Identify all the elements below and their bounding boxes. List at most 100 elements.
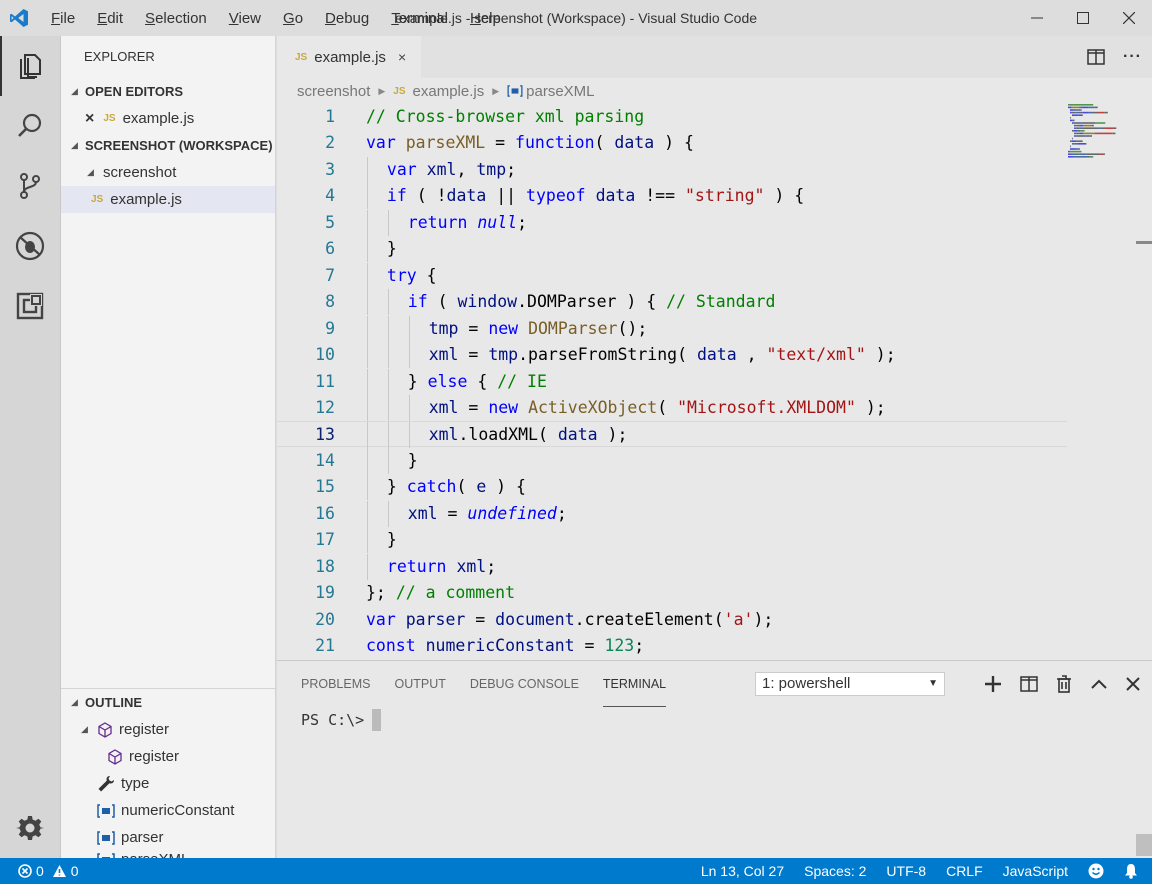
menu-file[interactable]: File xyxy=(38,10,84,27)
menu-help[interactable]: Help xyxy=(457,10,510,27)
outline-item[interactable]: numericConstant xyxy=(61,797,276,824)
outline-item[interactable]: parser xyxy=(61,824,276,851)
error-count: 0 xyxy=(36,863,44,879)
plus-icon[interactable] xyxy=(984,675,1002,693)
open-editor-item[interactable]: × JS example.js xyxy=(61,105,275,132)
file-item[interactable]: JS example.js xyxy=(61,186,275,213)
code-line[interactable]: 1 // Cross-browser xml parsing xyxy=(277,104,1067,130)
close-tab-icon[interactable]: × xyxy=(398,49,406,65)
menu-selection[interactable]: Selection xyxy=(132,10,216,27)
extensions-activity-button[interactable] xyxy=(0,276,60,336)
menu-debug[interactable]: Debug xyxy=(312,10,378,27)
indentation[interactable]: Spaces: 2 xyxy=(804,863,866,879)
code-line[interactable]: 17} xyxy=(277,527,1067,554)
wrench-icon xyxy=(98,775,114,791)
sidebar-title: EXPLORER xyxy=(84,49,155,64)
breadcrumb-symbol[interactable]: parseXML xyxy=(526,83,594,100)
code-token: xml xyxy=(426,159,457,179)
cube-icon xyxy=(98,721,112,738)
bell-icon[interactable] xyxy=(1124,863,1138,879)
code-editor[interactable]: 1 // Cross-browser xml parsing 2 var parseX… xyxy=(277,104,1152,660)
close-editor-icon[interactable]: × xyxy=(85,110,94,128)
menu-view[interactable]: View xyxy=(216,10,270,27)
code-line[interactable]: 9 tmp = new DOMParser(); xyxy=(277,315,1067,342)
breadcrumb-file[interactable]: example.js xyxy=(413,83,485,100)
split-terminal-icon[interactable] xyxy=(1020,676,1038,692)
editor-scrollbar[interactable] xyxy=(1136,241,1152,244)
code-line[interactable]: 18 return xml; xyxy=(277,553,1067,580)
code-line[interactable]: 15} catch( e ) { xyxy=(277,474,1067,501)
code-line[interactable]: 5 return null; xyxy=(277,209,1067,236)
tab-output[interactable]: OUTPUT xyxy=(394,661,445,707)
code-token: ( xyxy=(594,133,615,153)
breadcrumb-folder[interactable]: screenshot xyxy=(297,83,370,100)
minimap-token xyxy=(1074,132,1077,135)
problems-status[interactable]: 0 0 xyxy=(0,863,79,879)
code-line[interactable]: 3 var xml, tmp; xyxy=(277,156,1067,183)
smiley-feedback-icon[interactable] xyxy=(1088,863,1104,879)
outline-section: ◢ OUTLINE ◢ register register type numer… xyxy=(61,688,276,861)
code-line[interactable]: 20 var parser = document.createElement('a… xyxy=(277,607,1067,633)
code-line[interactable]: 16 xml = undefined; xyxy=(277,500,1067,527)
terminal-output[interactable]: PS C:\> xyxy=(277,707,1152,733)
line-number: 19 xyxy=(315,583,335,603)
tab-problems[interactable]: PROBLEMS xyxy=(301,661,370,707)
minimap[interactable] xyxy=(1068,104,1138,224)
code-line[interactable]: 10 xml = tmp.parseFromString( data , "tex… xyxy=(277,342,1067,369)
code-line[interactable]: 11} else { // IE xyxy=(277,368,1067,395)
tab-debug-console[interactable]: DEBUG CONSOLE xyxy=(470,661,579,707)
minimap-token xyxy=(1072,130,1074,132)
more-actions-icon[interactable]: ··· xyxy=(1123,48,1142,66)
explorer-activity-button[interactable] xyxy=(0,36,60,96)
panel-scrollbar[interactable] xyxy=(1136,834,1152,856)
tab-example-js[interactable]: JS example.js × xyxy=(277,36,421,78)
trash-icon[interactable] xyxy=(1056,675,1072,693)
outline-item[interactable]: type xyxy=(61,770,276,797)
language-mode[interactable]: JavaScript xyxy=(1003,863,1068,879)
encoding[interactable]: UTF-8 xyxy=(886,863,926,879)
debug-activity-button[interactable] xyxy=(0,216,60,276)
code-line[interactable]: 19}; // a comment xyxy=(277,580,1067,606)
code-token: xml xyxy=(428,397,459,417)
manage-activity-button[interactable] xyxy=(0,798,60,858)
code-line[interactable]: 21 const numericConstant = 123; xyxy=(277,633,1067,659)
cursor-position[interactable]: Ln 13, Col 27 xyxy=(701,863,784,879)
minimize-button[interactable] xyxy=(1014,0,1060,36)
search-activity-button[interactable] xyxy=(0,96,60,156)
code-line[interactable]: 6} xyxy=(277,236,1067,263)
workspace-label: SCREENSHOT (WORKSPACE) xyxy=(85,138,273,153)
outline-item[interactable]: ◢ register xyxy=(61,716,276,743)
folder-item[interactable]: ◢ screenshot xyxy=(61,159,275,186)
minimap-token xyxy=(1070,119,1073,122)
code-line[interactable]: 12 xml = new ActiveXObject( "Microsoft.XM… xyxy=(277,394,1067,421)
open-editors-header[interactable]: ◢ OPEN EDITORS xyxy=(61,78,275,105)
split-editor-icon[interactable] xyxy=(1087,49,1105,65)
code-line[interactable]: 4 if ( !data || typeof data !== "string" … xyxy=(277,183,1067,210)
source-control-activity-button[interactable] xyxy=(0,156,60,216)
maximize-icon xyxy=(1077,12,1089,24)
line-ending[interactable]: CRLF xyxy=(946,863,983,879)
tab-terminal[interactable]: TERMINAL xyxy=(602,661,667,707)
terminal-select[interactable]: 1: powershell ▼ xyxy=(755,672,945,696)
code-line[interactable]: 14} xyxy=(277,447,1067,474)
menu-go[interactable]: Go xyxy=(270,10,312,27)
workspace-header[interactable]: ◢ SCREENSHOT (WORKSPACE) xyxy=(61,132,275,159)
outline-item[interactable]: register xyxy=(61,743,276,770)
close-window-button[interactable] xyxy=(1106,0,1152,36)
code-token: return xyxy=(407,212,478,232)
line-number: 20 xyxy=(315,609,335,629)
outline-header[interactable]: ◢ OUTLINE xyxy=(61,689,276,716)
minimap-token xyxy=(1072,143,1075,145)
code-line[interactable]: 2 var parseXML = function( data ) { xyxy=(277,130,1067,156)
minimap-token xyxy=(1083,124,1092,127)
code-line[interactable]: 7 try { xyxy=(277,262,1067,289)
code-line[interactable]: 13 xml.loadXML( data ); xyxy=(277,421,1067,449)
menu-edit[interactable]: Edit xyxy=(84,10,132,27)
maximize-button[interactable] xyxy=(1060,0,1106,36)
menu-terminal[interactable]: Terminal xyxy=(378,10,457,27)
code-line[interactable]: 8 if ( window.DOMParser ) { // Standard xyxy=(277,289,1067,316)
chevron-up-icon[interactable] xyxy=(1090,678,1108,690)
chevron-down-icon: ◢ xyxy=(81,724,88,734)
close-icon[interactable] xyxy=(1126,677,1140,691)
code-token: typeof xyxy=(526,186,596,206)
